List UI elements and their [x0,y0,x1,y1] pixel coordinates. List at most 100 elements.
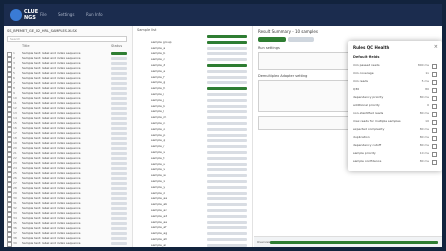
list-item[interactable]: sample_x [137,179,251,184]
row-title: Sample text: label and index sequence [22,241,81,245]
list-item-label: sample_o [151,126,166,131]
list-item[interactable]: sample_e [137,69,251,74]
setting-value[interactable]: 800 ms [418,62,429,68]
list-item[interactable]: sample group [137,40,251,45]
setting-value[interactable]: 80 ms [420,126,429,132]
list-item[interactable]: sample_y [137,185,251,190]
demux-summary-box [258,116,352,130]
setting-checkbox[interactable] [432,119,437,125]
setting-checkbox[interactable] [432,103,437,109]
list-item[interactable]: sample_j [137,98,251,103]
nav-file[interactable]: File [40,12,47,17]
list-item[interactable]: sample_u [137,162,251,167]
status-badge [111,72,127,75]
setting-value[interactable]: 80 ms [420,158,429,164]
list-item[interactable]: sample_l [137,109,251,114]
setting-value[interactable]: 80 [425,86,429,92]
setting-row: min coverage 1x [353,70,437,77]
status-bar [207,232,247,236]
status-bar [207,98,247,102]
close-icon[interactable]: × [434,44,438,50]
tab-active[interactable] [258,37,286,42]
setting-checkbox[interactable] [432,143,437,149]
list-item[interactable]: sample_f [137,75,251,80]
setting-value[interactable]: 1x [425,70,429,76]
list-item-label: sample_x [151,179,166,183]
setting-row: non-identified reads 80 ms [353,110,437,117]
list-item[interactable]: sample_ae [137,220,251,225]
list-item[interactable]: sample_b [137,51,251,56]
tab[interactable] [288,37,314,42]
list-item[interactable]: sample_q [137,138,251,143]
list-item[interactable]: sample_i [137,92,251,97]
list-item[interactable]: sample_z [137,191,251,196]
status-bar [207,209,247,212]
list-item[interactable]: sample_p [137,133,251,138]
list-item[interactable]: sample_w [137,173,251,178]
list-item[interactable]: sample_a [137,46,251,51]
list-item[interactable]: sample_ab [137,202,251,207]
list-item[interactable]: sample_k [137,104,251,109]
list-item[interactable]: sample_aa [137,196,251,201]
list-item[interactable]: sample_s [137,150,251,155]
status-bar [207,35,247,38]
list-item-label: sample_n [151,121,166,125]
setting-checkbox[interactable] [432,111,437,117]
setting-checkbox[interactable] [432,79,437,85]
list-item[interactable]: sample_ah [137,237,251,242]
setting-checkbox[interactable] [432,135,437,141]
search-input[interactable]: Search [7,36,127,42]
setting-checkbox[interactable] [432,63,437,69]
list-item[interactable]: sample_ag [137,231,251,236]
setting-value[interactable]: 80 ms [420,94,429,100]
nav-settings[interactable]: Settings [58,12,74,17]
row-checkbox[interactable] [7,242,12,247]
list-item[interactable]: sample_c [137,57,251,62]
list-item[interactable]: sample_t [137,156,251,161]
list-item[interactable]: sample_d [137,63,251,68]
setting-checkbox[interactable] [432,151,437,157]
nav-run-info[interactable]: Run Info [86,12,103,17]
setting-value[interactable]: 10 [425,118,429,124]
status-bar [207,110,247,114]
status-badge [111,102,127,105]
file-name: SS_BPEMET_GE_02_HRL_SAMPLES.XLSX [7,29,77,33]
list-item[interactable]: sample_r [137,144,251,149]
setting-value[interactable]: 0 [427,102,429,108]
list-item[interactable]: sample_m [137,115,251,120]
list-item[interactable]: sample_n [137,121,251,126]
list-item[interactable]: sample_ai [137,243,251,247]
status-bar [207,220,247,224]
setting-checkbox[interactable] [432,159,437,165]
setting-value[interactable]: 10 ms [420,150,429,156]
list-item-label: sample_z [151,190,165,195]
table-header: Title Status [22,44,123,48]
setting-checkbox[interactable] [432,127,437,133]
setting-value[interactable]: 80 ms [420,110,429,116]
setting-value[interactable]: 80 ms [420,134,429,140]
status-badge [111,67,127,70]
status-badge [111,217,127,220]
setting-value[interactable]: 80 ms [420,142,429,148]
list-item[interactable]: sample_o [137,127,251,132]
list-item[interactable]: sample_v [137,167,251,172]
list-item[interactable]: sample_af [137,225,251,230]
setting-value[interactable]: 5 ms [422,78,429,84]
list-item-label: sample_s [151,150,165,154]
list-item-label: sample_q [151,138,166,143]
setting-row: Q30 80 [353,86,437,93]
list-item[interactable]: sample_g [137,80,251,85]
list-item-label: sample_i [151,92,165,96]
list-item[interactable]: sample_ac [137,208,251,213]
setting-row: dependency priority 80 ms [353,94,437,101]
setting-checkbox[interactable] [432,95,437,101]
status-bar [207,180,247,183]
setting-checkbox[interactable] [432,87,437,93]
list-item[interactable]: sample_ad [137,214,251,219]
setting-checkbox[interactable] [432,71,437,77]
list-item[interactable]: sample_h [137,86,251,91]
table-row[interactable]: 39 Sample text: label and index sequence [7,241,129,247]
list-item-label: sample_b [151,51,166,56]
list-item-label: sample_h [151,86,166,91]
list-item[interactable] [137,34,251,39]
